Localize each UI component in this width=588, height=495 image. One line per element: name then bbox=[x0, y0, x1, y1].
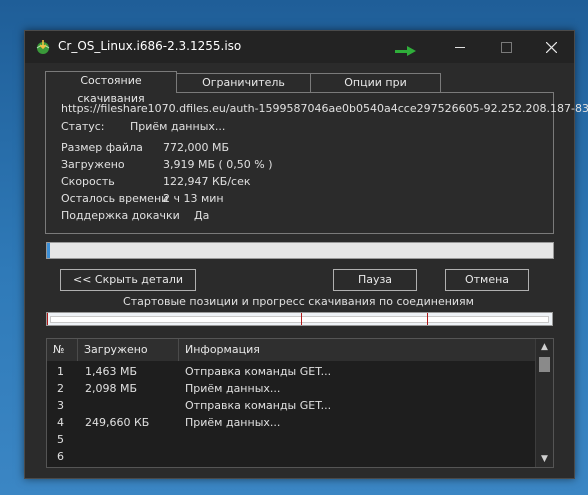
file-size-value: 772,000 МБ bbox=[163, 141, 230, 154]
table-row[interactable]: 5 bbox=[47, 431, 535, 448]
downloaded-value: 3,919 МБ ( 0,50 % ) bbox=[163, 158, 273, 171]
maximize-icon bbox=[500, 41, 512, 53]
minimize-button[interactable] bbox=[437, 31, 483, 63]
cell-info: Отправка команды GET... bbox=[185, 365, 332, 378]
cell-number: 3 bbox=[57, 399, 64, 412]
table-row[interactable]: 1 1,463 МБ Отправка команды GET... bbox=[47, 363, 535, 380]
close-icon bbox=[545, 41, 557, 53]
table-row[interactable]: 4 249,660 КБ Приём данных... bbox=[47, 414, 535, 431]
connections-table: № Загружено Информация 1 1,463 МБ Отправ… bbox=[46, 338, 554, 468]
speed-label: Скорость bbox=[61, 175, 115, 188]
table-header: № Загружено Информация bbox=[47, 339, 535, 361]
minimize-icon bbox=[455, 46, 465, 48]
tab-speed-limiter[interactable]: Ограничитель скорости bbox=[176, 73, 311, 107]
download-progress-fill bbox=[47, 243, 50, 258]
connections-caption: Стартовые позиции и прогресс скачивания … bbox=[123, 295, 474, 308]
status-value: Приём данных... bbox=[130, 120, 226, 133]
time-left-label: Осталось времени bbox=[61, 192, 169, 205]
cell-info: Отправка команды GET... bbox=[185, 399, 332, 412]
download-status-panel: https://fileshare1070.dfiles.eu/auth-159… bbox=[45, 92, 588, 234]
window-title: Cr_OS_Linux.i686-2.3.1255.iso bbox=[58, 39, 242, 53]
cell-downloaded: 2,098 МБ bbox=[85, 382, 138, 395]
activity-flag-icon bbox=[395, 46, 416, 56]
resume-support-value: Да bbox=[194, 209, 210, 222]
cell-number: 1 bbox=[57, 365, 64, 378]
cell-downloaded: 249,660 КБ bbox=[85, 416, 150, 429]
cell-number: 2 bbox=[57, 382, 64, 395]
resume-support-label: Поддержка докачки bbox=[61, 209, 180, 222]
scrollbar-thumb[interactable] bbox=[539, 357, 550, 372]
cell-number: 5 bbox=[57, 433, 64, 446]
time-left-value: 2 ч 13 мин bbox=[163, 192, 224, 205]
status-label: Статус: bbox=[61, 120, 105, 133]
maximize-button[interactable] bbox=[483, 31, 529, 63]
pause-button[interactable]: Пауза bbox=[333, 269, 417, 291]
speed-value: 122,947 КБ/сек bbox=[163, 175, 251, 188]
cell-downloaded: 1,463 МБ bbox=[85, 365, 138, 378]
cell-number: 6 bbox=[57, 450, 64, 463]
table-row[interactable]: 2 2,098 МБ Приём данных... bbox=[47, 380, 535, 397]
title-bar[interactable]: Cr_OS_Linux.i686-2.3.1255.iso bbox=[25, 31, 574, 63]
table-row[interactable]: 6 bbox=[47, 448, 535, 465]
connection-marker-1 bbox=[47, 313, 48, 325]
tab-completion-options[interactable]: Опции при завершении bbox=[310, 73, 441, 107]
connection-marker-2 bbox=[301, 313, 302, 325]
cell-number: 4 bbox=[57, 416, 64, 429]
download-globe-icon bbox=[36, 40, 50, 54]
tab-download-status[interactable]: Состояние скачивания bbox=[45, 71, 177, 105]
cancel-button[interactable]: Отмена bbox=[445, 269, 529, 291]
connections-track bbox=[50, 316, 549, 323]
cell-info: Приём данных... bbox=[185, 382, 281, 395]
column-header-downloaded[interactable]: Загружено bbox=[78, 339, 179, 361]
cell-info: Приём данных... bbox=[185, 416, 281, 429]
download-progress-bar bbox=[46, 242, 554, 259]
column-header-info[interactable]: Информация bbox=[179, 339, 535, 361]
file-size-label: Размер файла bbox=[61, 141, 143, 154]
chevron-down-icon[interactable]: ▼ bbox=[536, 451, 553, 467]
table-row[interactable]: 3 Отправка команды GET... bbox=[47, 397, 535, 414]
table-scrollbar[interactable]: ▲ ▼ bbox=[535, 339, 553, 467]
chevron-up-icon[interactable]: ▲ bbox=[536, 339, 553, 355]
connection-marker-3 bbox=[427, 313, 428, 325]
hide-details-button[interactable]: << Скрыть детали bbox=[60, 269, 196, 291]
connections-progress-bar bbox=[46, 312, 553, 326]
downloaded-label: Загружено bbox=[61, 158, 125, 171]
close-button[interactable] bbox=[528, 31, 574, 63]
download-window: Cr_OS_Linux.i686-2.3.1255.iso Состояние … bbox=[24, 30, 588, 479]
column-header-number[interactable]: № bbox=[47, 339, 78, 361]
